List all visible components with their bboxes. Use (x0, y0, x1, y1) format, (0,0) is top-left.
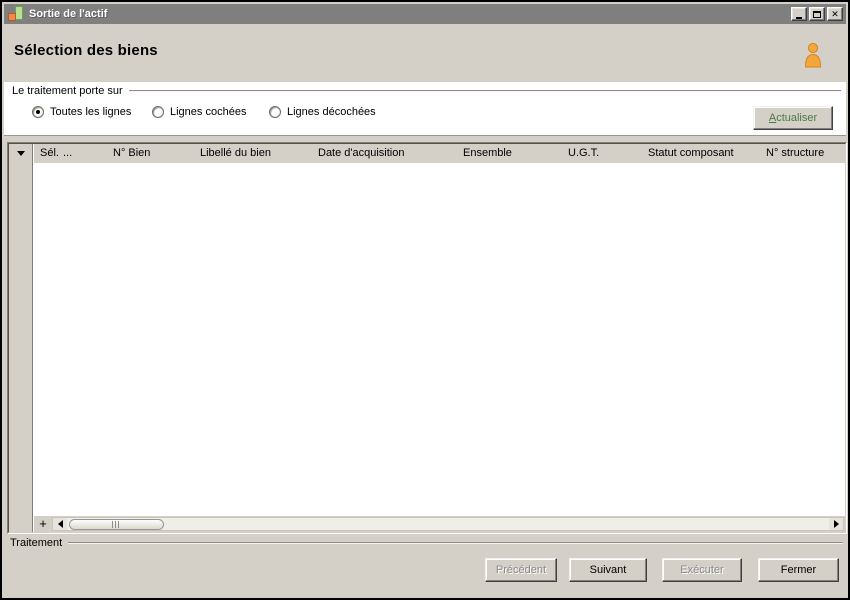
radio-unchecked-lines[interactable]: Lignes décochées (269, 106, 376, 118)
radio-icon (152, 106, 164, 118)
scroll-right-button[interactable] (829, 518, 843, 530)
user-icon (804, 42, 822, 68)
maximize-icon (813, 10, 821, 18)
app-icon (7, 6, 25, 22)
radio-all-lines[interactable]: Toutes les lignes (32, 106, 131, 118)
arrow-right-icon (833, 520, 839, 528)
radio-label: Toutes les lignes (50, 106, 132, 118)
assets-grid: Sél. ... N° Bien Libellé du bien Date d'… (7, 142, 847, 534)
divider (68, 542, 843, 544)
close-dialog-button[interactable]: Fermer (758, 558, 839, 582)
horizontal-scrollbar[interactable] (52, 517, 844, 531)
header-band: Sélection des biens (4, 24, 846, 82)
close-button[interactable]: ✕ (827, 7, 843, 21)
minimize-icon (796, 16, 802, 19)
grid-scroll-row: + (34, 516, 845, 532)
column-header-ugt[interactable]: U.G.T. (568, 147, 599, 159)
column-header-libelle[interactable]: Libellé du bien (200, 147, 271, 159)
next-button[interactable]: Suivant (569, 558, 647, 582)
column-header-structure[interactable]: N° structure (766, 147, 824, 159)
execute-button[interactable]: Exécuter (662, 558, 742, 582)
radio-icon (32, 106, 44, 118)
window-title: Sortie de l'actif (29, 8, 108, 20)
column-header-sel[interactable]: Sél. (40, 147, 59, 159)
row-selector-gutter (9, 144, 33, 532)
maximize-button[interactable] (809, 7, 825, 21)
column-header-ensemble[interactable]: Ensemble (463, 147, 512, 159)
filter-panel: Le traitement porte sur Toutes les ligne… (4, 82, 846, 136)
column-header-dots[interactable]: ... (63, 147, 72, 159)
grip-icon (112, 521, 121, 528)
grid-options-button[interactable] (9, 144, 32, 163)
filter-legend-row: Le traitement porte sur (12, 85, 841, 97)
arrow-left-icon (57, 520, 63, 528)
add-row-button[interactable]: + (34, 517, 52, 531)
previous-button[interactable]: Précédent (485, 558, 557, 582)
divider (128, 90, 841, 92)
refresh-button-shortcut: A (768, 112, 777, 124)
radio-checked-lines[interactable]: Lignes cochées (152, 106, 246, 118)
refresh-button[interactable]: Actualiser (753, 106, 833, 130)
column-header-date-acq[interactable]: Date d'acquisition (318, 147, 405, 159)
radio-label: Lignes cochées (170, 106, 247, 118)
assets-grid-inner: Sél. ... N° Bien Libellé du bien Date d'… (8, 143, 846, 533)
scroll-left-button[interactable] (53, 518, 67, 530)
chevron-down-icon (16, 151, 25, 156)
column-header-statut[interactable]: Statut composant (648, 147, 734, 159)
grid-body-empty (34, 163, 845, 516)
titlebar[interactable]: Sortie de l'actif ✕ (4, 4, 846, 24)
grid-header-row: Sél. ... N° Bien Libellé du bien Date d'… (34, 144, 845, 163)
refresh-button-label: ctualiser (776, 112, 818, 124)
column-header-num-bien[interactable]: N° Bien (113, 147, 150, 159)
radio-icon (269, 106, 281, 118)
scrollbar-thumb[interactable] (69, 519, 164, 530)
page-title: Sélection des biens (14, 42, 158, 59)
filter-legend: Le traitement porte sur (12, 85, 123, 97)
app-icon-green-bar (15, 6, 23, 20)
dialog-sortie-de-lactif: Sortie de l'actif ✕ Sélection des biens … (0, 0, 850, 600)
footer-group-label: Traitement (10, 537, 63, 549)
minimize-button[interactable] (791, 7, 807, 21)
footer-legend-row: Traitement (10, 537, 843, 549)
close-icon: ✕ (831, 8, 839, 19)
radio-label: Lignes décochées (287, 106, 376, 118)
app-icon-orange-square (8, 13, 16, 21)
